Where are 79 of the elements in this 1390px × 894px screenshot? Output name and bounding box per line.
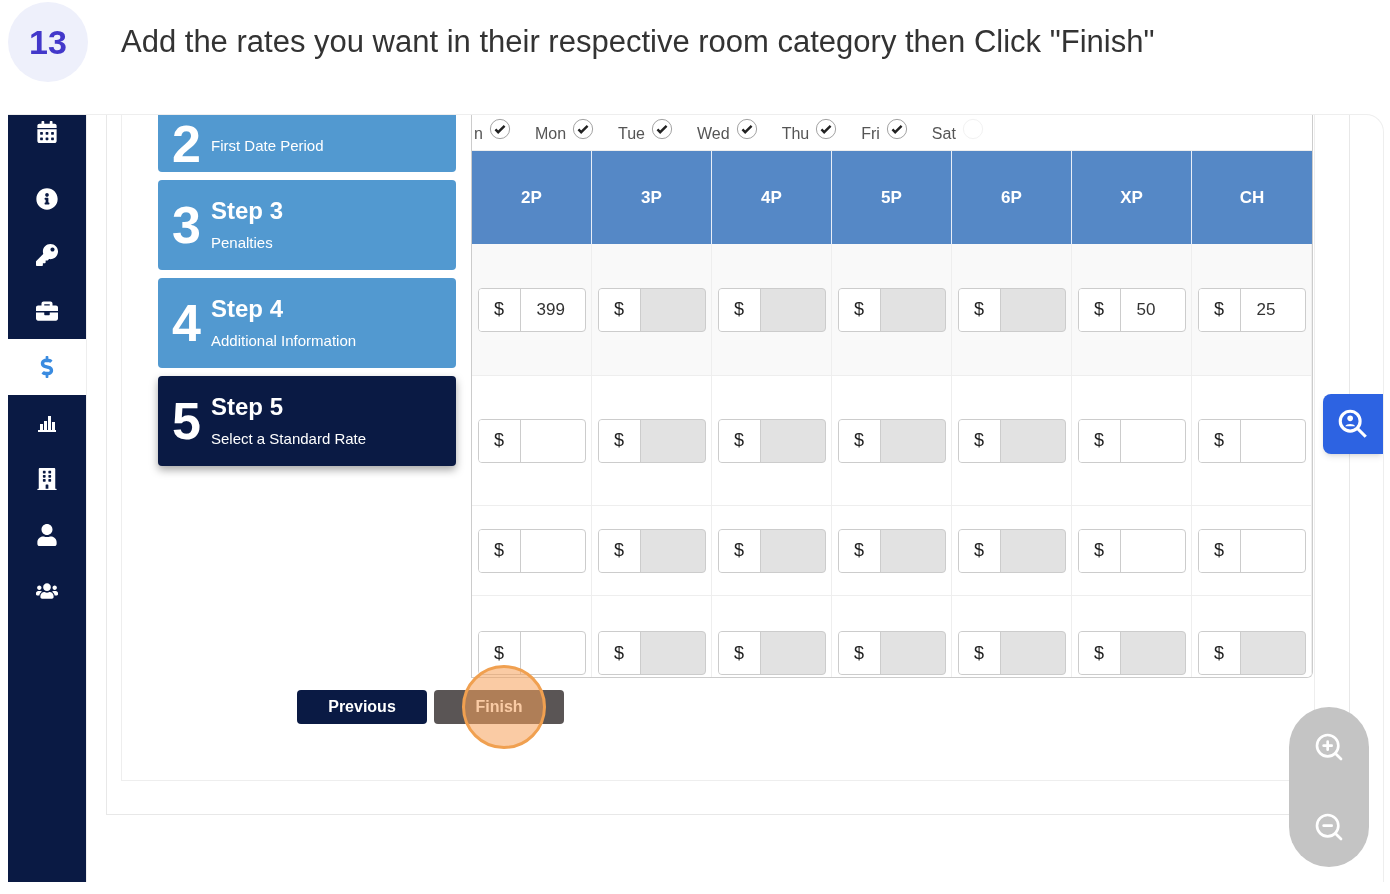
day-label: Thu	[781, 123, 810, 144]
step-number-badge: 13	[8, 2, 88, 82]
briefcase-icon	[36, 300, 58, 322]
checkbox[interactable]	[735, 117, 758, 140]
step-subtitle: Additional Information	[211, 330, 357, 351]
price-field[interactable]: $	[477, 528, 586, 573]
checkbox[interactable]	[815, 117, 838, 140]
calendar-icon	[36, 121, 58, 143]
currency-addon: $	[1198, 632, 1241, 674]
price-field[interactable]: $	[1197, 528, 1306, 573]
price-field[interactable]: $	[1077, 418, 1186, 463]
currency-addon: $	[958, 419, 1001, 462]
price-value: 50	[1136, 298, 1156, 321]
checkbox[interactable]	[488, 117, 511, 140]
currency-addon: $	[838, 632, 881, 674]
step-number: 3	[172, 199, 202, 251]
price-value: 25	[1256, 298, 1276, 321]
day-label: Fri	[861, 123, 880, 144]
currency-addon: $	[478, 288, 521, 331]
day-label: Wed	[697, 123, 730, 144]
currency-addon: $	[1078, 529, 1121, 572]
currency-addon: $	[958, 288, 1001, 331]
step-number: 5	[172, 395, 202, 447]
step-title: Step 4	[211, 293, 285, 324]
step-subtitle: First Date Period	[211, 136, 324, 157]
bar-chart-icon	[37, 413, 57, 433]
currency-addon: $	[838, 288, 881, 331]
users-icon	[36, 580, 58, 602]
currency-addon: $	[598, 288, 641, 331]
currency-addon: $	[958, 632, 1001, 674]
currency-addon: $	[598, 529, 641, 572]
keys-icon	[36, 244, 58, 266]
currency-addon: $	[718, 529, 761, 572]
day-label: Tue	[618, 123, 645, 144]
checkbox[interactable]	[572, 117, 595, 140]
currency-addon: $	[718, 632, 761, 674]
user-icon	[36, 524, 58, 546]
day-label: Sat	[931, 123, 956, 144]
checkbox[interactable]	[885, 117, 908, 140]
currency-addon: $	[478, 529, 521, 572]
building-icon	[36, 468, 58, 490]
currency-addon: $	[1078, 632, 1121, 674]
currency-addon: $	[838, 529, 881, 572]
previous-button[interactable]: Previous	[297, 690, 427, 724]
info-icon	[36, 188, 58, 210]
currency-addon: $	[718, 419, 761, 462]
checkbox[interactable]	[651, 117, 673, 140]
currency-addon: $	[718, 288, 761, 331]
person-search-icon	[1336, 407, 1370, 441]
currency-addon: $	[598, 419, 641, 462]
column-header: CH	[1238, 186, 1266, 209]
day-label: n	[474, 123, 483, 144]
step-subtitle: Select a Standard Rate	[211, 428, 367, 449]
currency-addon: $	[1078, 288, 1121, 331]
price-field[interactable]: $	[1197, 418, 1306, 463]
instruction-text: Add the rates you want in their respective room category then Click "Finish"	[121, 22, 1155, 61]
currency-addon: $	[1198, 288, 1241, 331]
step-number: 2	[172, 117, 202, 170]
currency-addon: $	[838, 419, 881, 462]
currency-addon: $	[958, 529, 1001, 572]
currency-addon: $	[1198, 529, 1241, 572]
step-number: 4	[172, 297, 202, 349]
step-title: Step 5	[211, 391, 285, 422]
price-value: 399	[536, 298, 565, 321]
step-title: Step 3	[211, 195, 284, 226]
price-field[interactable]: $ 50	[1077, 287, 1186, 332]
currency-addon: $	[1078, 419, 1121, 462]
currency-addon: $	[598, 632, 641, 674]
currency-addon: $	[1198, 419, 1241, 462]
currency-addon: $	[478, 632, 521, 674]
currency-addon: $	[478, 419, 521, 462]
day-label: Mon	[534, 123, 567, 144]
price-field[interactable]: $	[477, 418, 586, 463]
price-field[interactable]: $ 25	[1197, 287, 1306, 332]
price-field[interactable]: $ 399	[477, 287, 586, 332]
support-search-button[interactable]	[1323, 394, 1383, 454]
price-field[interactable]: $	[477, 631, 586, 675]
price-field[interactable]: $	[1077, 528, 1186, 573]
step-subtitle: Penalties	[211, 232, 274, 253]
